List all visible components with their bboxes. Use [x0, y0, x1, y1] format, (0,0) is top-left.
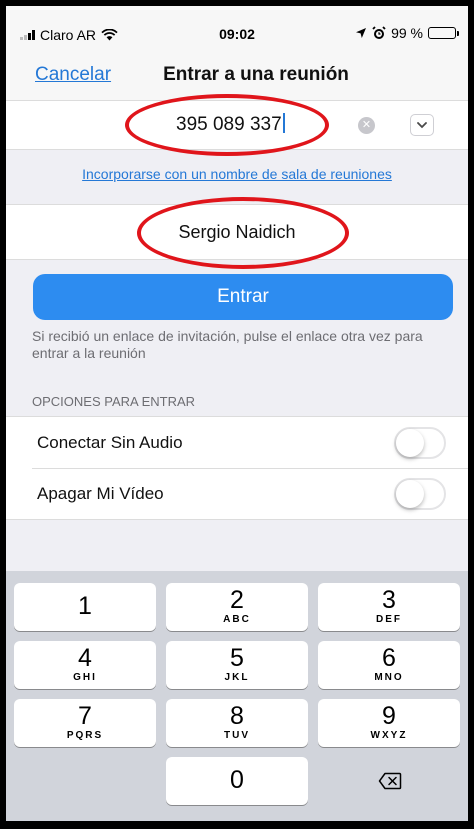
key-4[interactable]: 4 GHI	[14, 641, 156, 689]
numeric-keypad: 1 2 ABC 3 DEF 4 GHI 5 JKL 6 MNO 7 PQRS 8 TUV 9W…	[6, 571, 468, 821]
delete-key[interactable]	[318, 757, 460, 805]
chevron-down-icon	[417, 122, 427, 129]
clear-icon[interactable]: ✕	[358, 117, 375, 134]
no-audio-toggle[interactable]	[394, 427, 446, 459]
display-name-field[interactable]: Sergio Naidich	[6, 204, 468, 260]
key-9[interactable]: 9 WXYZ	[318, 699, 460, 747]
display-name-value: Sergio Naidich	[178, 222, 296, 242]
key-5[interactable]: 5 JKL	[166, 641, 308, 689]
status-right: 99 %	[355, 25, 459, 41]
status-bar: Claro AR 09:02 99 %	[6, 6, 468, 50]
key-3[interactable]: 3 DEF	[318, 583, 460, 631]
backspace-icon	[378, 772, 402, 790]
text-cursor	[282, 113, 285, 133]
option-label-no-audio: Conectar Sin Audio	[37, 433, 183, 452]
meeting-id-value-wrap: 395 089 337	[176, 113, 285, 136]
option-label-video-off: Apagar Mi Vídeo	[37, 484, 164, 503]
invitation-hint: Si recibió un enlace de invitación, puls…	[32, 328, 423, 361]
option-row-no-audio: Conectar Sin Audio	[6, 416, 468, 468]
alarm-icon	[372, 26, 386, 39]
key-0[interactable]: 0	[166, 757, 308, 805]
join-with-room-name-link[interactable]: Incorporarse con un nombre de sala de re…	[6, 166, 468, 182]
key-2[interactable]: 2 ABC	[166, 583, 308, 631]
meeting-id-field[interactable]: 395 089 337 ✕	[6, 100, 468, 150]
key-8[interactable]: 8 TUV	[166, 699, 308, 747]
phone-screen: Claro AR 09:02 99 % Cancelar Entrar a un…	[0, 0, 474, 829]
battery-percent: 99 %	[391, 25, 423, 41]
video-off-toggle[interactable]	[394, 478, 446, 510]
join-button[interactable]: Entrar	[33, 274, 453, 320]
options-section-header: OPCIONES PARA ENTRAR	[32, 394, 196, 409]
option-row-video-off: Apagar Mi Vídeo	[6, 468, 468, 520]
navigation-bar: Cancelar Entrar a una reunión	[6, 50, 468, 100]
page-title: Entrar a una reunión	[163, 64, 349, 85]
meeting-id-value: 395 089 337	[176, 114, 282, 135]
key-6[interactable]: 6 MNO	[318, 641, 460, 689]
battery-icon	[428, 27, 459, 39]
key-1[interactable]: 1	[14, 583, 156, 631]
key-7[interactable]: 7 PQRS	[14, 699, 156, 747]
meeting-history-dropdown[interactable]	[410, 114, 434, 136]
location-arrow-icon	[356, 28, 367, 38]
row-divider	[32, 468, 468, 469]
